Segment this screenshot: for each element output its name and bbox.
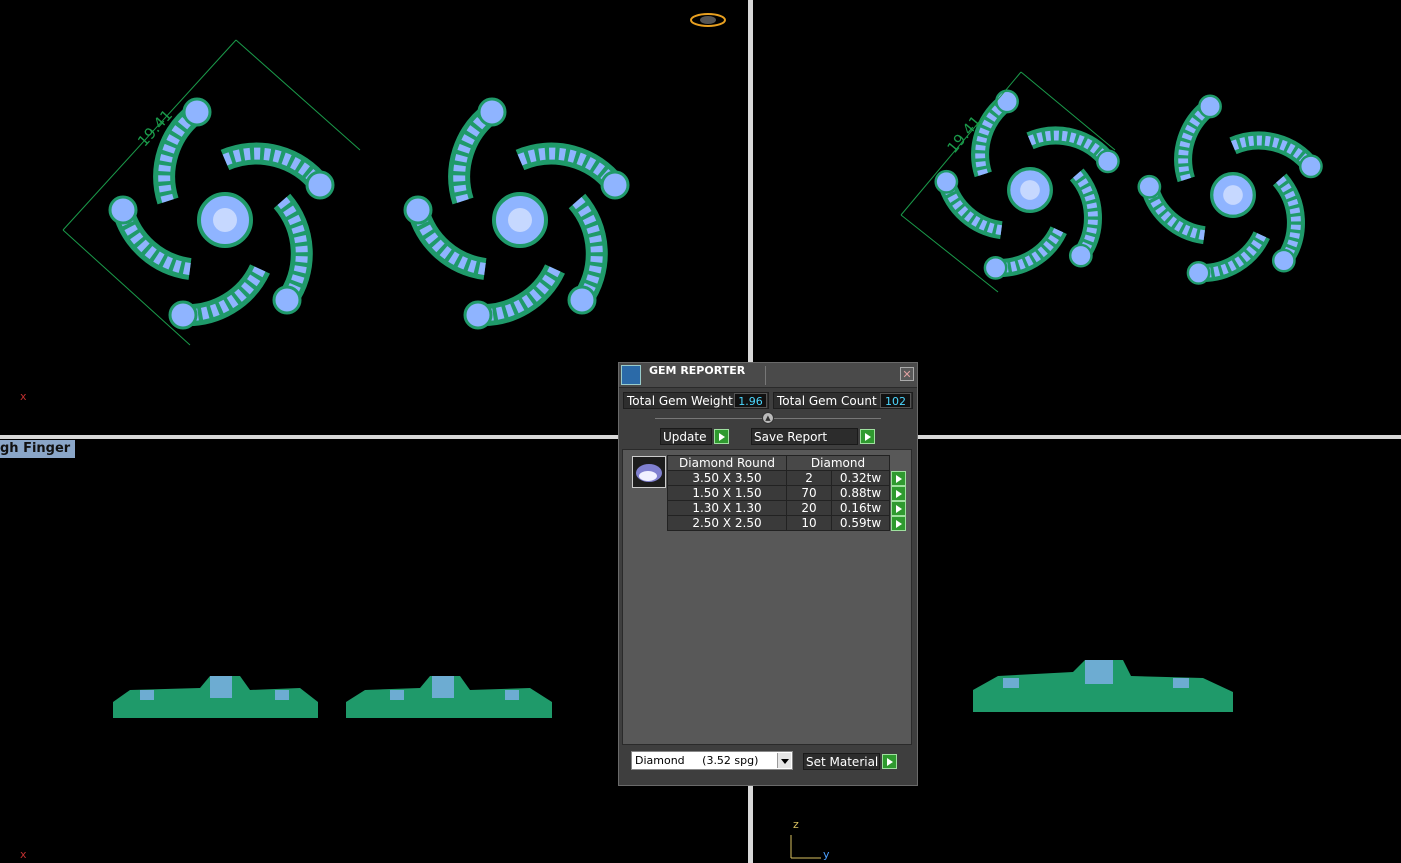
update-label: Update [663,430,707,444]
close-button[interactable]: ✕ [900,367,914,381]
table-row[interactable]: 1.30 X 1.30 20 0.16tw [667,500,907,516]
row-select-icon[interactable] [891,470,906,486]
gem-weight: 0.59tw [831,515,890,531]
gem-weight: 0.88tw [831,485,890,501]
axis-y-label: y [823,848,830,861]
gem-reporter-window: GEM REPORTER ✕ Total Gem Weight 1.96 Tot… [618,362,918,786]
gem-reporter-app-icon [621,365,641,385]
material-select[interactable]: Diamond (3.52 spg) [631,751,793,770]
row-select-icon[interactable] [891,515,906,531]
gem-count: 10 [785,515,833,531]
window-title: GEM REPORTER [649,364,746,377]
header-material: Diamond [786,455,890,471]
total-gem-weight-label: Total Gem Weight [627,394,733,408]
set-material-go-icon[interactable] [882,754,897,769]
earring-front-view-left [113,676,318,718]
gem-list-panel: Diamond Round Diamond 3.50 X 3.50 2 0.32… [622,449,912,745]
diamond-round-thumbnail-icon [632,456,666,488]
set-material-label: Set Material [806,755,879,769]
save-report-go-icon[interactable] [860,429,875,444]
viewport-label[interactable]: gh Finger [0,440,76,458]
earring-side-view [973,660,1233,712]
gem-weight: 0.16tw [831,500,890,516]
axis-z-label: z [793,818,799,831]
table-row[interactable]: 3.50 X 3.50 2 0.32tw [667,470,907,486]
save-report-button[interactable]: Save Report [751,428,858,445]
table-row[interactable]: 1.50 X 1.50 70 0.88tw [667,485,907,501]
table-row[interactable]: 2.50 X 2.50 10 0.59tw [667,515,907,531]
total-gem-weight-value: 1.96 [734,393,767,408]
total-gem-count-value: 102 [880,393,911,408]
set-material-button[interactable]: Set Material [803,753,880,770]
row-select-icon[interactable] [891,500,906,516]
update-button[interactable]: Update [660,428,712,445]
gem-size: 2.50 X 2.50 [667,515,787,531]
material-select-value: Diamond (3.52 spg) [635,754,759,767]
axis-x-label: x [20,390,27,403]
gem-size: 1.30 X 1.30 [667,500,787,516]
axis-x-label: x [20,848,27,861]
gem-size: 1.50 X 1.50 [667,485,787,501]
orbit-gizmo-icon [690,13,726,27]
total-gem-count-label: Total Gem Count [777,394,877,408]
gem-weight: 0.32tw [831,470,890,486]
update-go-icon[interactable] [714,429,729,444]
title-separator [765,366,766,385]
earring-front-view-right [346,676,552,718]
axis-gizmo-icon [790,835,821,859]
header-shape: Diamond Round [667,455,787,471]
gem-table: Diamond Round Diamond 3.50 X 3.50 2 0.32… [667,455,907,531]
dropdown-arrow-icon[interactable] [777,753,791,768]
gem-count: 20 [785,500,833,516]
collapse-toggle-icon[interactable]: ▲ [762,412,774,424]
title-bar[interactable]: GEM REPORTER ✕ [619,363,917,388]
row-select-icon[interactable] [891,485,906,501]
save-report-label: Save Report [754,430,828,444]
gem-count: 70 [785,485,833,501]
table-header: Diamond Round Diamond [667,455,907,471]
gem-count: 2 [785,470,833,486]
gem-size: 3.50 X 3.50 [667,470,787,486]
